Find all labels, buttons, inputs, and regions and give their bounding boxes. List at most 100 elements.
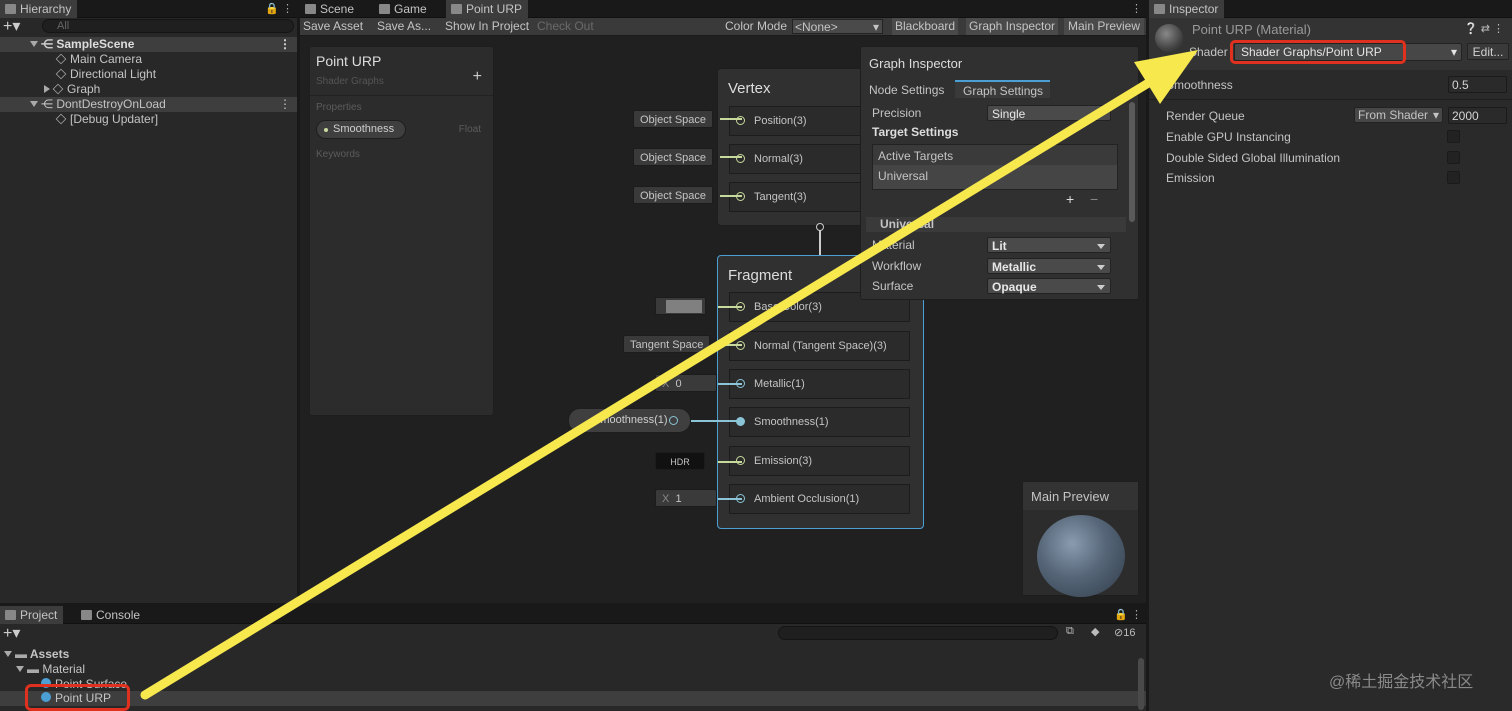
double-sided-gi-checkbox[interactable] [1447,151,1460,164]
surface-dropdown[interactable]: Opaque [987,278,1111,294]
show-in-project-button[interactable]: Show In Project [445,18,529,35]
vertex-position-space-field[interactable]: Object Space [633,110,714,128]
check-out-button[interactable]: Check Out [537,18,594,35]
add-icon[interactable]: +▾ [3,623,20,643]
tangent-space-field[interactable]: Tangent Space [623,335,711,353]
expand-icon[interactable] [30,101,38,107]
metallic-field[interactable]: X 0 [655,374,717,392]
graph-inspector-window: Graph Inspector Node Settings Graph Sett… [860,46,1139,300]
collapse-icon[interactable] [44,85,50,93]
tab-project[interactable]: Project [0,606,64,624]
workflow-dropdown[interactable]: Metallic [987,258,1111,274]
smoothness-property-node[interactable]: Smoothness(1) [568,408,691,433]
fragment-title: Fragment [728,267,793,284]
highlight-box-shader [1230,40,1406,64]
hierarchy-item-directional-light[interactable]: Directional Light [0,67,297,82]
hierarchy-item-debug-updater[interactable]: [Debug Updater] [0,112,297,127]
render-queue-field[interactable]: 2000 [1448,107,1507,124]
blackboard-button[interactable]: Blackboard [892,18,959,35]
emission-checkbox[interactable] [1447,171,1460,184]
slot-smoothness[interactable]: Smoothness(1) [729,407,910,437]
tab-graph-settings[interactable]: Graph Settings [955,80,1050,98]
hierarchy-search-input[interactable]: All [42,19,294,33]
blackboard-add-button[interactable]: + [473,68,482,86]
label-icon[interactable]: ◆ [1091,625,1099,638]
more-icon[interactable]: ⋮ [1131,2,1142,15]
save-as-button[interactable]: Save As... [377,18,431,35]
slot-ambient-occlusion[interactable]: Ambient Occlusion(1) [729,484,910,514]
graph-inspector-button[interactable]: Graph Inspector [966,18,1059,35]
project-item-assets[interactable]: ▬ Assets [0,647,1146,662]
expand-icon[interactable] [16,666,24,672]
hierarchy-item-dontdestroyonload[interactable]: ⋲ DontDestroyOnLoad ⋮ [0,97,297,112]
hierarchy-item-samplescene[interactable]: ⋲ SampleScene ⋮ [0,37,297,52]
hierarchy-panel: Hierarchy 🔒 ⋮ +▾ All ⋲ SampleScene ⋮ Mai… [0,0,297,603]
property-smoothness-pill[interactable]: Smoothness [316,120,406,139]
port-icon[interactable] [669,416,678,425]
color-mode-dropdown[interactable]: <None> ▾ [792,19,883,34]
graph-inspector-title: Graph Inspector [869,56,963,71]
more-icon[interactable]: ⋮ [279,37,291,52]
blackboard: Point URP Shader Graphs + Properties Smo… [309,46,494,416]
material-title: Point URP (Material) [1192,22,1311,37]
remove-target-button[interactable]: − [1090,191,1098,207]
precision-dropdown[interactable]: Single [987,105,1111,121]
material-dropdown[interactable]: Lit [987,237,1111,253]
tab-game[interactable]: Game [374,0,433,18]
base-color-swatch-field[interactable] [655,297,706,315]
expand-icon[interactable] [4,651,12,657]
main-preview-button[interactable]: Main Preview [1064,18,1145,35]
tab-point-urp[interactable]: Point URP [446,0,528,18]
workflow-label: Workflow [872,259,922,273]
project-item-point-surface[interactable]: Point Surface [0,677,1146,692]
tab-node-settings[interactable]: Node Settings [869,83,944,97]
render-queue-mode-dropdown[interactable]: From Shader ▾ [1354,107,1443,123]
double-sided-gi-label: Double Sided Global Illumination [1166,151,1341,165]
save-asset-button[interactable]: Save Asset [303,18,363,35]
hierarchy-item-graph[interactable]: Graph [0,82,297,97]
tab-console[interactable]: Console [76,606,146,624]
gpu-instancing-checkbox[interactable] [1447,130,1460,143]
unity-scene-icon: ⋲ [41,97,57,111]
add-icon[interactable]: +▾ [3,16,20,36]
preview-sphere[interactable] [1037,515,1125,597]
divider [1149,99,1512,100]
project-item-point-urp[interactable]: Point URP [0,691,1146,706]
hierarchy-toolbar: +▾ All [0,18,297,35]
universal-section-header[interactable]: Universal [866,217,1126,232]
more-icon[interactable]: ⋮ [279,97,291,112]
project-item-material[interactable]: ▬ Material [0,662,1146,677]
scrollbar-thumb[interactable] [1129,102,1135,222]
scrollbar[interactable] [1138,658,1144,710]
emission-hdr-field[interactable]: HDR [655,452,705,470]
exposed-dot [324,128,328,132]
project-tabbar: Project Console 🔒 ⋮ [0,606,1146,624]
smoothness-field[interactable]: 0.5 [1448,76,1507,93]
ambient-occlusion-field[interactable]: X 1 [655,489,717,507]
slot-emission[interactable]: Emission(3) [729,446,910,476]
tab-inspector[interactable]: Inspector [1149,0,1225,18]
filter-icon[interactable]: ⧉ [1066,625,1074,638]
console-icon [81,610,92,620]
hidden-count-icon[interactable]: ⊘16 [1114,626,1135,639]
add-target-button[interactable]: + [1066,191,1074,207]
tab-scene[interactable]: Scene [300,0,360,18]
connection-line [720,118,742,120]
color-swatch[interactable] [666,300,702,313]
unity-scene-icon: ⋲ [41,37,57,51]
lock-menu-icons[interactable]: 🔒 ⋮ [1114,608,1142,621]
vertex-normal-space-field[interactable]: Object Space [633,148,714,166]
vertex-tangent-space-field[interactable]: Object Space [633,186,714,204]
scrollbar[interactable] [1128,102,1136,292]
target-item-universal[interactable]: Universal [873,165,1117,189]
slot-normal-tangent[interactable]: Normal (Tangent Space)(3) [729,331,910,361]
slot-metallic[interactable]: Metallic(1) [729,369,910,399]
expand-icon[interactable] [30,41,38,47]
lock-menu-icons[interactable]: 🔒 ⋮ [265,2,293,15]
project-search-input[interactable] [778,626,1058,640]
hierarchy-item-main-camera[interactable]: Main Camera [0,52,297,67]
header-icons[interactable]: ❔ ⇄ ⋮ [1464,22,1504,35]
edit-shader-button[interactable]: Edit... [1467,43,1509,60]
material-label: Material [872,238,915,252]
list-icon [5,4,16,14]
